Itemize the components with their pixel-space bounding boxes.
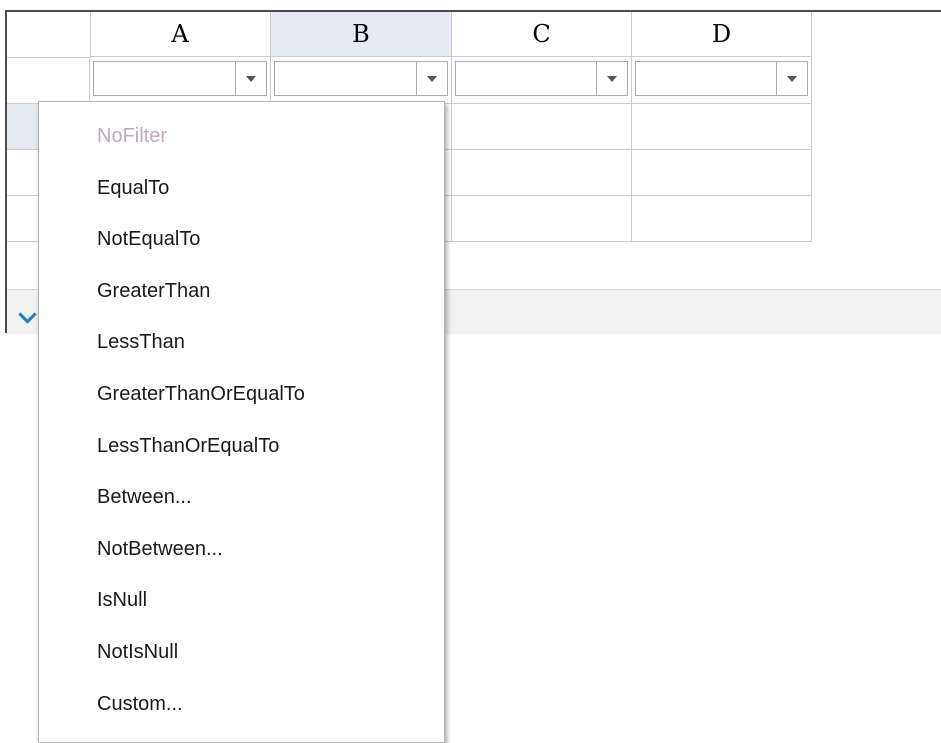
menu-item-greaterthanorequalto[interactable]: GreaterThanOrEqualTo xyxy=(97,368,305,420)
chevron-down-icon[interactable] xyxy=(596,62,627,95)
menu-item-notequalto[interactable]: NotEqualTo xyxy=(97,213,200,265)
table-cell[interactable] xyxy=(452,150,632,196)
menu-item-isnull[interactable]: IsNull xyxy=(97,574,147,626)
table-cell[interactable] xyxy=(632,104,812,150)
table-cell[interactable] xyxy=(632,150,812,196)
column-header-d[interactable]: D xyxy=(632,12,812,57)
column-header-c[interactable]: C xyxy=(452,12,632,57)
filter-input-d[interactable] xyxy=(635,61,808,96)
grid-corner[interactable] xyxy=(7,12,91,58)
filter-input-a[interactable] xyxy=(93,61,267,96)
chevron-down-icon[interactable] xyxy=(18,305,37,324)
filter-cell-b xyxy=(271,57,452,104)
filter-operator-menu: NoFilter EqualTo NotEqualTo GreaterThan … xyxy=(38,101,445,743)
menu-item-notbetween[interactable]: NotBetween... xyxy=(97,523,223,575)
filter-cell-a xyxy=(90,57,271,104)
menu-item-greaterthan[interactable]: GreaterThan xyxy=(97,265,210,317)
menu-item-equalto[interactable]: EqualTo xyxy=(97,162,169,214)
menu-item-between[interactable]: Between... xyxy=(97,471,192,523)
filter-cell-d xyxy=(632,57,812,104)
menu-item-lessthan[interactable]: LessThan xyxy=(97,316,185,368)
menu-item-notisnull[interactable]: NotIsNull xyxy=(97,626,178,678)
menu-item-nofilter[interactable]: NoFilter xyxy=(97,110,167,162)
filter-input-c[interactable] xyxy=(455,61,628,96)
menu-item-lessthanorequalto[interactable]: LessThanOrEqualTo xyxy=(97,420,279,472)
filter-cell-c xyxy=(452,57,632,104)
menu-item-custom[interactable]: Custom... xyxy=(97,678,183,730)
chevron-down-icon[interactable] xyxy=(235,62,266,95)
chevron-down-icon[interactable] xyxy=(776,62,807,95)
table-cell[interactable] xyxy=(452,104,632,150)
filter-input-b[interactable] xyxy=(274,61,448,96)
table-cell[interactable] xyxy=(452,196,632,242)
table-cell[interactable] xyxy=(632,196,812,242)
filter-row-header xyxy=(7,57,90,104)
column-header-b[interactable]: B xyxy=(271,12,452,57)
chevron-down-icon[interactable] xyxy=(416,62,447,95)
column-header-a[interactable]: A xyxy=(90,12,271,57)
